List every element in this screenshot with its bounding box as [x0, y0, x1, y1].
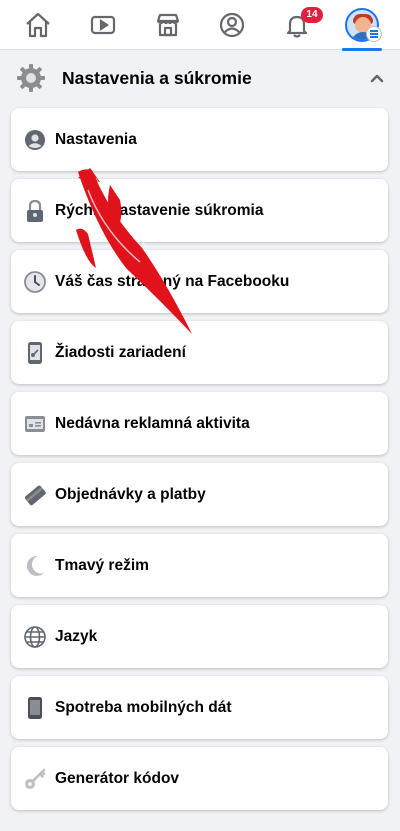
moon-icon: [26, 555, 44, 576]
ad-activity-icon: [25, 415, 45, 432]
menu-item-label: Objednávky a platby: [55, 485, 206, 503]
top-navigation: 14: [0, 0, 400, 51]
chevron-up-icon[interactable]: [368, 69, 386, 87]
menu-item-recent-ad-activity[interactable]: Nedávna reklamná aktivita: [11, 392, 388, 455]
watch-icon: [90, 15, 116, 34]
menu-item-label: Spotreba mobilných dát: [55, 698, 232, 716]
clock-icon: [24, 270, 46, 293]
nav-profile[interactable]: [204, 0, 260, 50]
menu-item-dark-mode[interactable]: Tmavý režim: [11, 534, 388, 597]
menu-item-settings[interactable]: Nastavenia: [11, 108, 388, 171]
menu-item-code-generator[interactable]: Generátor kódov: [11, 747, 388, 810]
menu-item-mobile-data[interactable]: Spotreba mobilných dát: [11, 676, 388, 739]
marketplace-icon: [156, 13, 179, 36]
menu-item-label: Generátor kódov: [55, 769, 180, 787]
nav-home[interactable]: [10, 0, 66, 50]
menu-item-language[interactable]: Jazyk: [11, 605, 388, 668]
mobile-icon: [28, 696, 42, 719]
phone-key-icon: [28, 341, 42, 364]
nav-notifications[interactable]: 14: [269, 0, 325, 50]
section-title: Nastavenia a súkromie: [62, 67, 252, 88]
profile-icon: [220, 12, 245, 37]
home-icon: [26, 12, 51, 37]
nav-menu[interactable]: [334, 0, 390, 51]
card-icon: [24, 485, 46, 505]
gear-icon: [17, 64, 45, 92]
menu-item-time-on-facebook[interactable]: Váš čas strávený na Facebooku: [11, 250, 388, 313]
lock-icon: [27, 199, 43, 222]
menu-item-label: Nastavenia: [55, 130, 137, 148]
menu-item-label: Jazyk: [55, 627, 98, 645]
nav-marketplace[interactable]: [140, 0, 196, 50]
menu-item-privacy-shortcuts[interactable]: Rýchle nastavenie súkromia: [11, 179, 388, 242]
menu-item-label: Nedávna reklamná aktivita: [55, 414, 250, 432]
menu-item-label: Rýchle nastavenie súkromia: [55, 201, 264, 219]
settings-privacy-header[interactable]: Nastavenia a súkromie: [0, 51, 400, 105]
menu-item-label: Žiadosti zariadení: [55, 343, 186, 361]
menu-item-device-requests[interactable]: Žiadosti zariadení: [11, 321, 388, 384]
key-icon: [25, 768, 46, 789]
person-circle-icon: [25, 129, 45, 150]
nav-watch[interactable]: [75, 0, 131, 50]
menu-item-label: Tmavý režim: [55, 556, 149, 574]
menu-lines-icon: [366, 26, 382, 42]
globe-icon: [24, 625, 46, 648]
settings-menu-list: Nastavenia Rýchle nastavenie súkromia Vá…: [11, 108, 388, 818]
menu-item-orders-payments[interactable]: Objednávky a platby: [11, 463, 388, 526]
notification-badge: 14: [300, 6, 323, 23]
menu-item-label: Váš čas strávený na Facebooku: [55, 272, 290, 290]
